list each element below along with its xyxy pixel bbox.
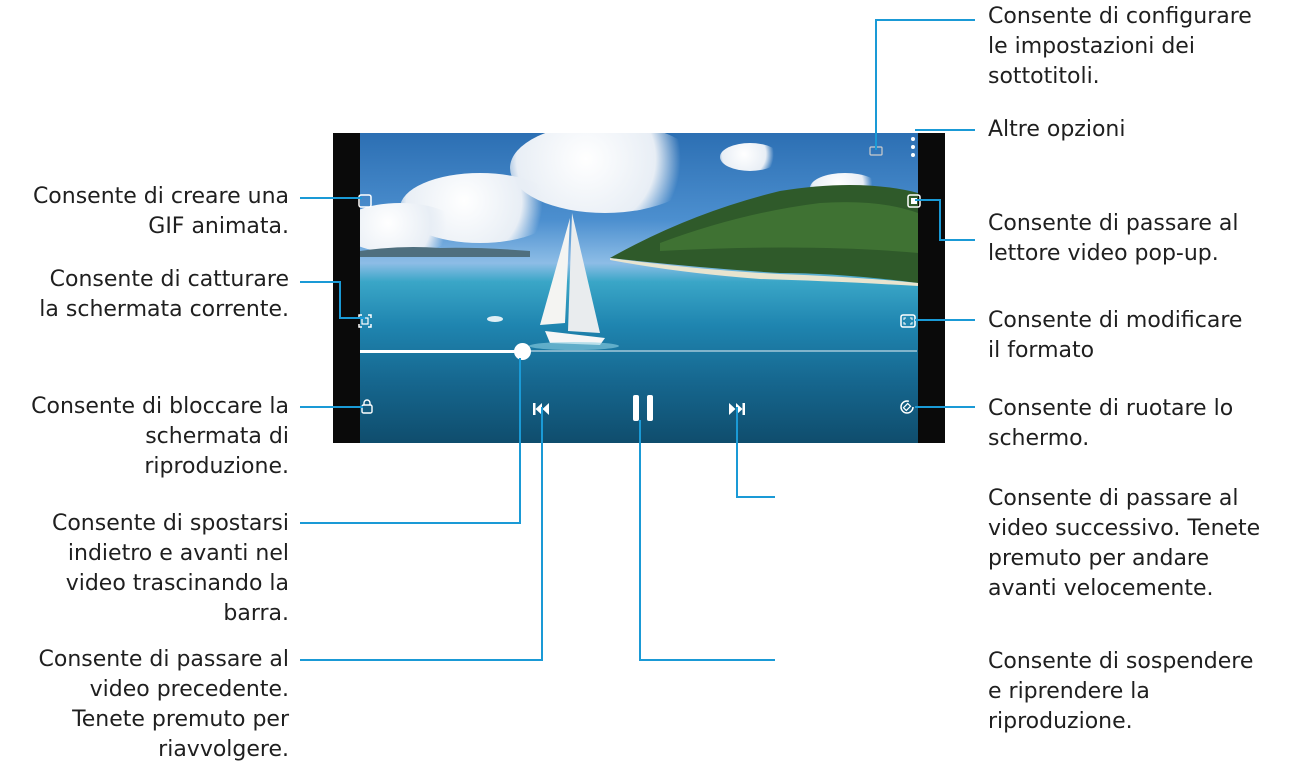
callout-aspect-ratio: Consente di modificare il formato <box>988 308 1243 363</box>
leader-popup-player <box>915 199 975 241</box>
callout-next-video: Consente di passare al video successivo.… <box>988 486 1261 601</box>
leader-capture <box>300 281 365 319</box>
leader-previous-video <box>300 407 543 661</box>
leader-pause <box>639 420 775 661</box>
callout-more-options: Altre opzioni <box>988 117 1126 142</box>
callout-popup-player: Consente di passare al lettore video pop… <box>988 211 1239 266</box>
callout-previous-video: Consente di passare al video precedente.… <box>38 647 289 762</box>
callout-capture: Consente di catturare la schermata corre… <box>39 267 289 322</box>
callout-seek: Consente di spostarsi indietro e avanti … <box>51 511 289 626</box>
callout-gif: Consente di creare una GIF animata. <box>32 184 289 239</box>
callout-rotate: Consente di ruotare lo schermo. <box>988 396 1234 451</box>
leader-seek <box>300 358 521 524</box>
callout-pause-resume: Consente di sospendere e riprendere la r… <box>988 649 1254 734</box>
leader-next-video <box>736 407 775 498</box>
callout-lock: Consente di bloccare la schermata di rip… <box>31 394 289 479</box>
callout-subtitles: Consente di configurare le impostazioni … <box>988 4 1252 89</box>
